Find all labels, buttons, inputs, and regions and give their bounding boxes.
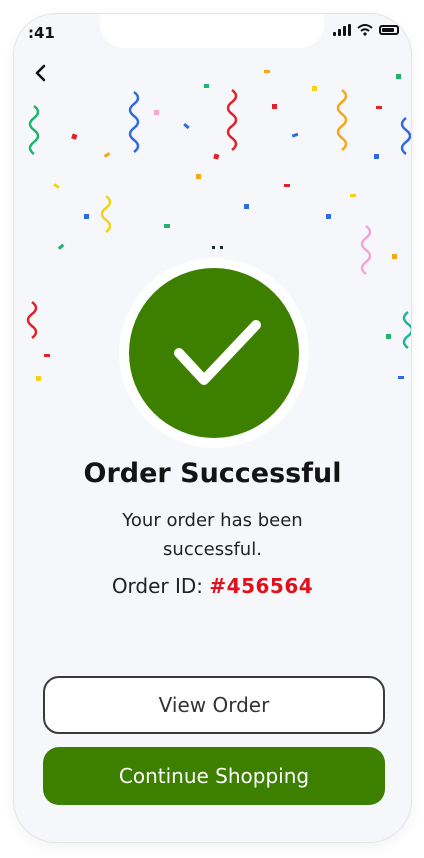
battery-icon	[379, 25, 399, 35]
success-message: Your order has been successful.	[122, 510, 303, 560]
success-badge	[129, 268, 299, 438]
view-order-button[interactable]: View Order	[43, 676, 385, 734]
device-notch	[100, 14, 324, 48]
wifi-icon	[357, 24, 373, 36]
success-title: Order Successful	[83, 458, 342, 489]
continue-shopping-button[interactable]: Continue Shopping	[43, 747, 385, 805]
order-id-value: #456564	[209, 574, 314, 598]
order-id-line: Order ID: #456564	[14, 574, 411, 598]
phone-screen: :41 Order Successful Your order has been…	[14, 14, 411, 842]
checkmark-icon	[174, 320, 261, 385]
order-id-label: Order ID:	[111, 574, 204, 598]
back-arrow-icon[interactable]	[30, 62, 52, 84]
status-icons	[333, 24, 399, 36]
status-time: :41	[28, 24, 55, 42]
signal-icon	[333, 24, 351, 36]
